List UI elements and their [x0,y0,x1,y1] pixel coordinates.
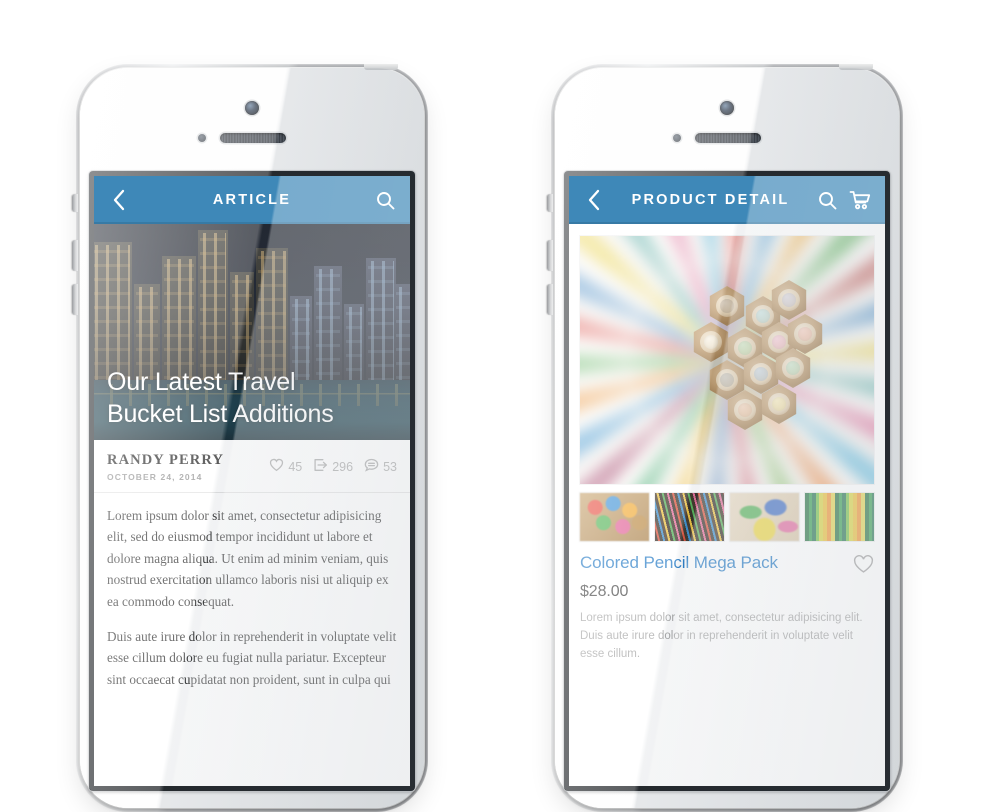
search-icon[interactable] [815,188,839,212]
phone-device-product: PRODUCT DETAIL Colored Pencil Mega Pack … [537,64,917,812]
pencil-tip [693,322,729,362]
product-thumbnail[interactable] [655,493,724,541]
article-paragraph: Duis aute irure dolor in reprehenderit i… [107,628,397,687]
silent-switch[interactable] [72,194,78,212]
earpiece-speaker-icon [220,133,286,143]
article-body: Lorem ipsum dolor sit amet, consectetur … [94,493,410,690]
pencil-tip [709,286,745,326]
comment-count: 53 [383,460,397,474]
shopping-cart-icon[interactable] [848,188,872,212]
pencil-tip-cluster [651,280,823,436]
comment-icon [364,458,379,477]
proximity-sensor-icon [673,134,681,142]
volume-up-button[interactable] [547,240,553,271]
product-thumbnail[interactable] [805,493,874,541]
article-headline: Our Latest Travel Bucket List Additions [107,367,398,430]
page-title: ARTICLE [212,192,292,208]
product-thumbnail-strip [580,493,874,541]
search-icon[interactable] [373,188,397,212]
product-thumbnail[interactable] [580,493,649,541]
article-byline: RANDY PERRY OCTOBER 24, 2014 [107,452,269,482]
product-main-image[interactable] [580,236,874,484]
volume-down-button[interactable] [547,284,553,315]
article-navbar: ARTICLE [94,176,410,224]
like-stat[interactable]: 45 [269,458,302,477]
product-price: $28.00 [580,583,629,600]
product-title-row: Colored Pencil Mega Pack [580,553,874,579]
earpiece-speaker-icon [695,133,761,143]
product-navbar: PRODUCT DETAIL [569,176,885,224]
navbar-actions [815,188,872,212]
chevron-left-icon[interactable] [107,188,131,212]
headline-line-2: Bucket List Additions [107,399,334,428]
silent-switch[interactable] [547,194,553,212]
screen-bezel: ARTICLE Our Latest Travel Bucket List Ad… [89,171,415,791]
article-screen: ARTICLE Our Latest Travel Bucket List Ad… [94,176,410,786]
front-camera-icon [245,101,259,115]
chevron-left-icon[interactable] [582,188,606,212]
author-name: RANDY PERRY [107,452,224,468]
heart-icon [269,458,284,477]
article-paragraph: Lorem ipsum dolor sit amet, consectetur … [107,508,389,609]
volume-up-button[interactable] [72,240,78,271]
phone-device-article: ARTICLE Our Latest Travel Bucket List Ad… [62,64,442,812]
product-title[interactable]: Colored Pencil Mega Pack [580,553,853,573]
product-thumbnail[interactable] [730,493,799,541]
proximity-sensor-icon [198,134,206,142]
article-stats: 45 296 53 [269,458,397,477]
volume-down-button[interactable] [72,284,78,315]
share-count: 296 [332,460,354,474]
front-camera-icon [720,101,734,115]
article-meta-row: RANDY PERRY OCTOBER 24, 2014 45 296 53 [94,440,410,493]
share-stat[interactable]: 296 [313,458,353,477]
comment-stat[interactable]: 53 [364,458,397,477]
share-icon [313,458,328,477]
power-button[interactable] [364,64,398,70]
product-screen: PRODUCT DETAIL Colored Pencil Mega Pack … [569,176,885,786]
product-info: Colored Pencil Mega Pack $28.00 Lorem ip… [569,541,885,663]
publish-date: OCTOBER 24, 2014 [107,472,203,482]
screen-bezel: PRODUCT DETAIL Colored Pencil Mega Pack … [564,171,890,791]
page-title: PRODUCT DETAIL [631,192,790,208]
headline-line-1: Our Latest Travel [107,368,296,396]
power-button[interactable] [839,64,873,70]
article-hero-image: Our Latest Travel Bucket List Additions [94,224,410,440]
like-count: 45 [288,460,303,474]
heart-outline-icon[interactable] [853,555,874,579]
product-description: Lorem ipsum dolor sit amet, consectetur … [580,612,863,661]
